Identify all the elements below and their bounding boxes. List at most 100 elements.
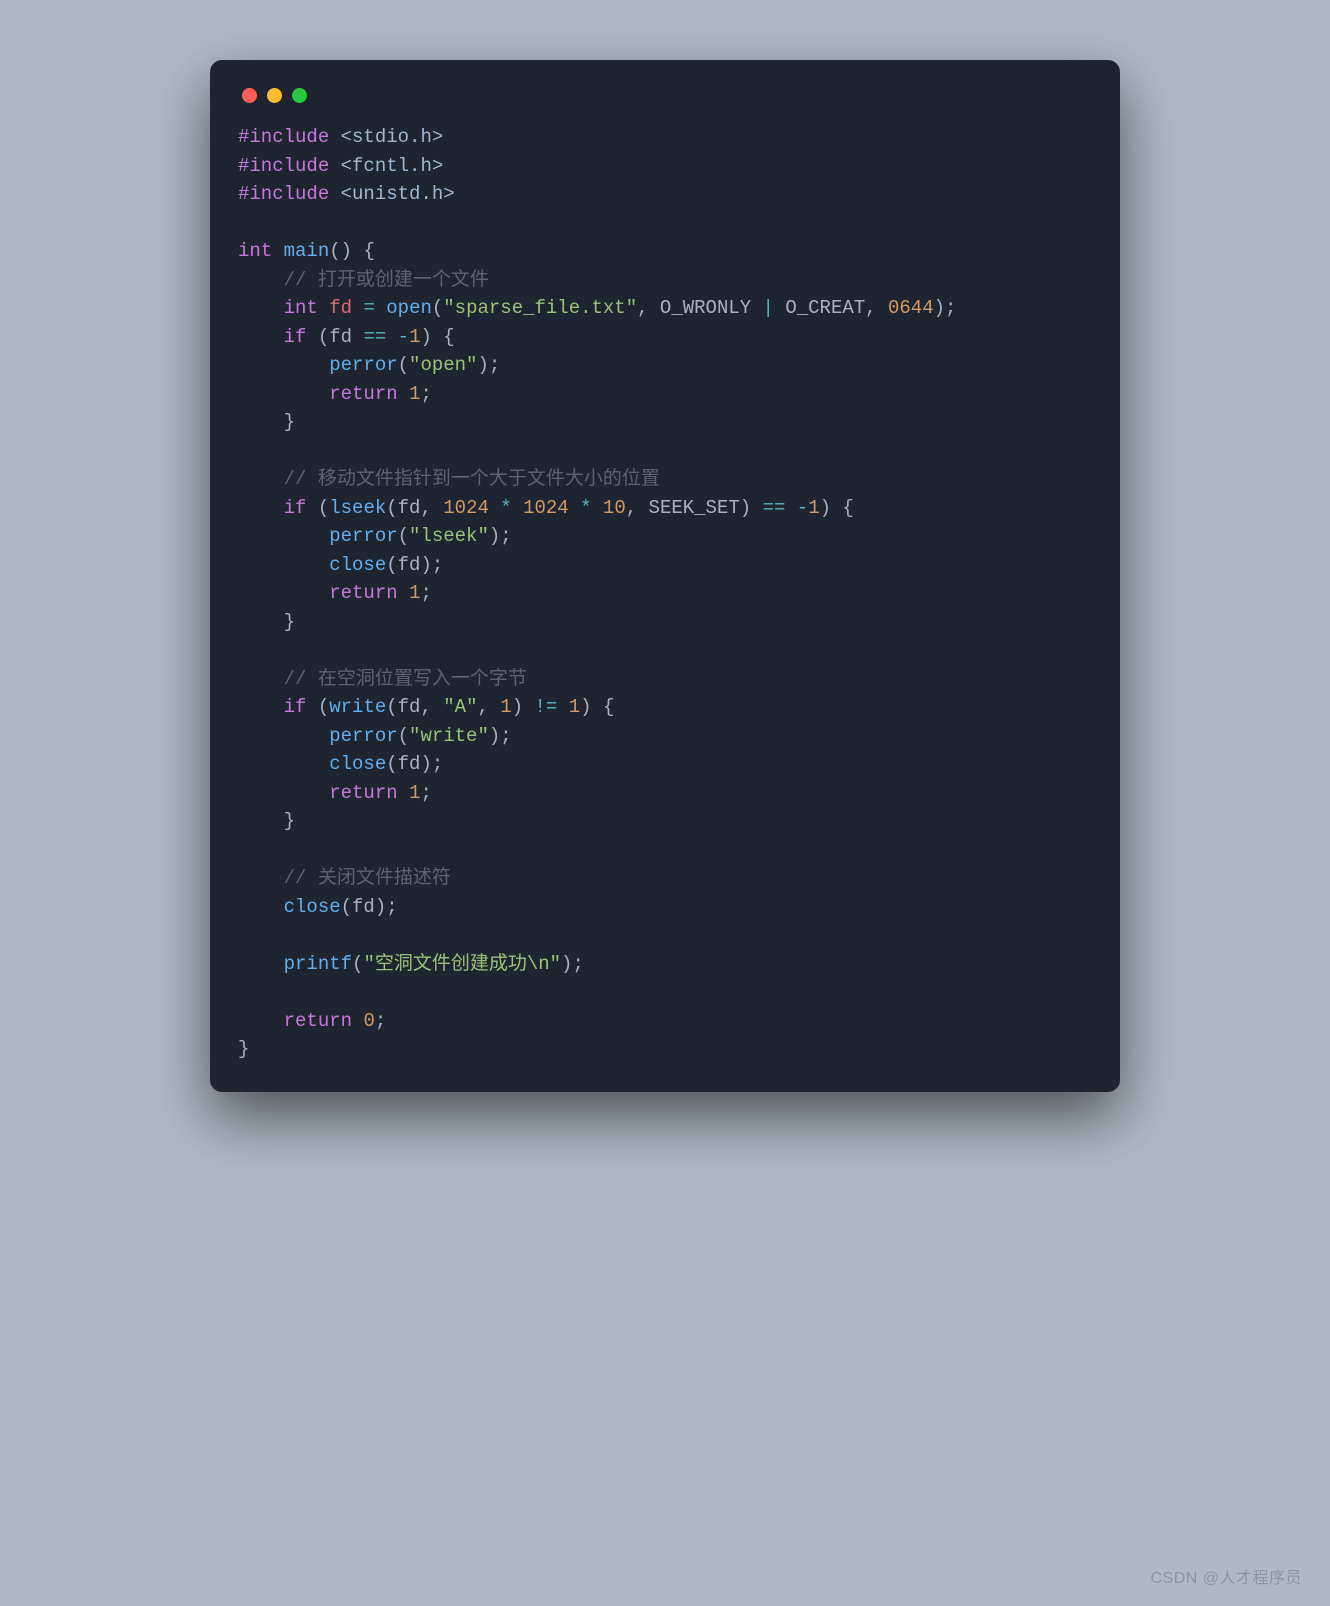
code-token: 0644 xyxy=(888,297,934,319)
code-token xyxy=(352,1010,363,1032)
code-token xyxy=(512,497,523,519)
code-token: 10 xyxy=(603,497,626,519)
code-line: printf("空洞文件创建成功\n"); xyxy=(238,953,584,975)
code-line: int main() { xyxy=(238,240,375,262)
code-token: (fd xyxy=(306,326,363,348)
close-icon[interactable] xyxy=(242,88,257,103)
code-token: ); xyxy=(934,297,957,319)
window-titlebar xyxy=(238,84,1092,123)
code-token: (fd); xyxy=(386,554,443,576)
code-line: return 0; xyxy=(238,1010,386,1032)
code-token: (fd); xyxy=(341,896,398,918)
code-token: perror xyxy=(329,725,397,747)
code-window: #include <stdio.h> #include <fcntl.h> #i… xyxy=(210,60,1120,1092)
code-token: == xyxy=(363,326,386,348)
code-token: (fd); xyxy=(386,753,443,775)
code-token xyxy=(398,582,409,604)
code-line: } xyxy=(238,810,295,832)
code-token: close xyxy=(284,896,341,918)
code-token: "write" xyxy=(409,725,489,747)
code-token xyxy=(238,696,284,718)
code-line: perror("write"); xyxy=(238,725,512,747)
code-token: fd xyxy=(329,297,352,319)
code-token: ( xyxy=(352,953,363,975)
code-token: "lseek" xyxy=(409,525,489,547)
code-token xyxy=(238,297,284,319)
code-token xyxy=(318,297,329,319)
code-token: () { xyxy=(329,240,375,262)
code-line: // 打开或创建一个文件 xyxy=(238,269,489,291)
code-line: #include <fcntl.h> xyxy=(238,155,443,177)
code-token xyxy=(238,582,329,604)
code-token: open xyxy=(386,297,432,319)
code-token xyxy=(238,468,284,490)
code-token: "sparse_file.txt" xyxy=(443,297,637,319)
code-token: main xyxy=(284,240,330,262)
code-token: ) xyxy=(512,696,535,718)
code-token: ; xyxy=(420,582,431,604)
code-token: ; xyxy=(420,782,431,804)
code-token: 1 xyxy=(569,696,580,718)
code-line: int fd = open("sparse_file.txt", O_WRONL… xyxy=(238,297,956,319)
code-token xyxy=(238,782,329,804)
code-token: 1024 xyxy=(443,497,489,519)
code-token xyxy=(238,354,329,376)
code-token xyxy=(329,126,340,148)
code-token xyxy=(238,497,284,519)
code-token xyxy=(785,497,796,519)
code-token: <unistd.h> xyxy=(341,183,455,205)
code-token: ( xyxy=(398,354,409,376)
code-line: // 在空洞位置写入一个字节 xyxy=(238,668,527,690)
code-token: ( xyxy=(432,297,443,319)
code-token: int xyxy=(284,297,318,319)
code-token: 1 xyxy=(409,326,420,348)
code-token: != xyxy=(535,696,558,718)
code-token xyxy=(238,896,284,918)
code-token xyxy=(238,554,329,576)
code-token: ( xyxy=(398,525,409,547)
code-token: - xyxy=(797,497,808,519)
code-token: if xyxy=(284,326,307,348)
minimize-icon[interactable] xyxy=(267,88,282,103)
code-token: ( xyxy=(306,696,329,718)
code-token xyxy=(329,155,340,177)
code-token: 1 xyxy=(500,696,511,718)
code-token: 1 xyxy=(409,383,420,405)
code-line: return 1; xyxy=(238,582,432,604)
code-token: int xyxy=(238,240,272,262)
code-line: } xyxy=(238,1038,249,1060)
code-token: } xyxy=(238,810,295,832)
code-line: return 1; xyxy=(238,383,432,405)
code-token: ); xyxy=(489,525,512,547)
code-line: #include <unistd.h> xyxy=(238,183,455,205)
code-line: // 移动文件指针到一个大于文件大小的位置 xyxy=(238,468,660,490)
code-token: * xyxy=(500,497,511,519)
code-token xyxy=(238,326,284,348)
code-token: ); xyxy=(477,354,500,376)
code-token: if xyxy=(284,497,307,519)
code-token: "A" xyxy=(443,696,477,718)
code-token xyxy=(238,867,284,889)
zoom-icon[interactable] xyxy=(292,88,307,103)
code-token: // 在空洞位置写入一个字节 xyxy=(284,668,527,690)
code-token: ); xyxy=(489,725,512,747)
code-token: * xyxy=(580,497,591,519)
code-token: , xyxy=(477,696,500,718)
code-token xyxy=(238,269,284,291)
code-line: } xyxy=(238,611,295,633)
code-token: // 关闭文件描述符 xyxy=(284,867,451,889)
code-token: O_CREAT, xyxy=(774,297,888,319)
code-token: // 移动文件指针到一个大于文件大小的位置 xyxy=(284,468,660,490)
code-line: close(fd); xyxy=(238,753,443,775)
code-token: <stdio.h> xyxy=(341,126,444,148)
code-token: #include xyxy=(238,183,329,205)
code-token: ( xyxy=(306,497,329,519)
code-token: ) { xyxy=(820,497,854,519)
code-token: 1 xyxy=(409,782,420,804)
code-line: } xyxy=(238,411,295,433)
code-token: perror xyxy=(329,525,397,547)
code-token: ) { xyxy=(420,326,454,348)
code-token: 1024 xyxy=(523,497,569,519)
code-line: if (write(fd, "A", 1) != 1) { xyxy=(238,696,614,718)
code-token: return xyxy=(329,383,397,405)
